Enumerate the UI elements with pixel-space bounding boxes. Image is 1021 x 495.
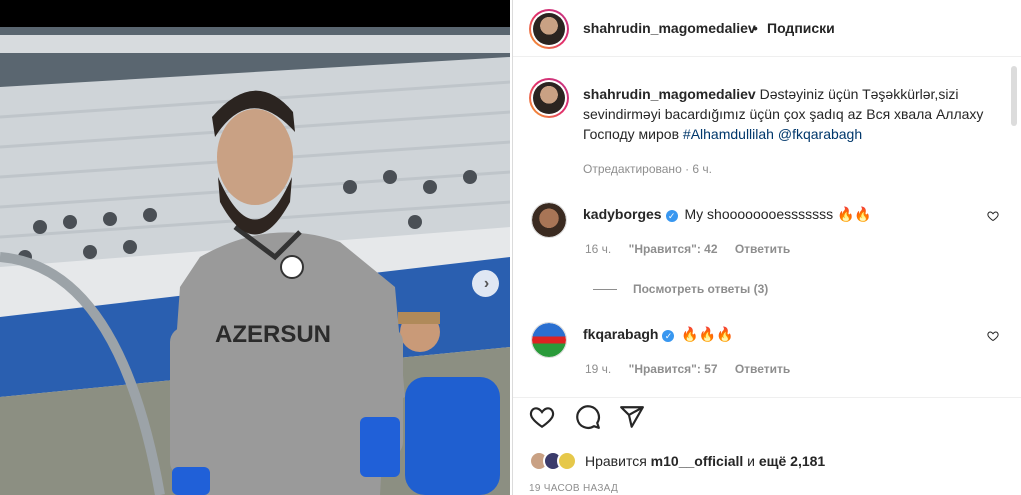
heart-icon[interactable] xyxy=(529,404,555,430)
liker-avatar xyxy=(557,451,577,471)
comment-text: My shoooooooesssssss 🔥🔥 xyxy=(684,206,872,222)
header-separator: • xyxy=(753,20,758,36)
comment-meta: 16 ч. "Нравится": 42 Ответить xyxy=(585,242,790,256)
action-bar xyxy=(513,397,1021,437)
caption-edited-meta: Отредактировано · 6 ч. xyxy=(583,162,712,176)
comment-likes[interactable]: "Нравится": 42 xyxy=(629,242,718,256)
comment-avatar[interactable] xyxy=(531,322,567,358)
replies-divider xyxy=(593,288,617,290)
reply-button[interactable]: Ответить xyxy=(735,242,790,256)
comment-icon[interactable] xyxy=(575,404,601,430)
caption: shahrudin_magomedaliev Dəstəyiniz üçün T… xyxy=(583,84,993,144)
verified-badge-icon: ✓ xyxy=(665,210,678,222)
likes-conjunction: и xyxy=(747,453,755,469)
next-image-button[interactable]: › xyxy=(472,270,499,297)
comment-username[interactable]: kadyborges xyxy=(583,206,662,222)
verified-badge-icon: ✓ xyxy=(662,330,675,342)
comment-like-heart-icon[interactable] xyxy=(987,210,999,222)
post-side-panel: shahrudin_magomedaliev • Подписки shahru… xyxy=(512,0,1021,495)
reply-button[interactable]: Ответить xyxy=(735,362,790,376)
author-username[interactable]: shahrudin_magomedaliev xyxy=(583,20,756,36)
caption-mention[interactable]: @fkqarabagh xyxy=(778,126,862,142)
post-header: shahrudin_magomedaliev • Подписки xyxy=(513,0,1021,57)
comment-body: kadyborges ✓ My shoooooooesssssss 🔥🔥 xyxy=(583,206,872,223)
comment-time[interactable]: 16 ч. xyxy=(585,242,611,256)
comment-username[interactable]: fkqarabagh xyxy=(583,326,658,342)
svg-text:AZERSUN: AZERSUN xyxy=(215,321,331,348)
post-timestamp[interactable]: 19 ЧАСОВ НАЗАД xyxy=(529,483,618,494)
scrollbar-thumb[interactable] xyxy=(1011,66,1017,126)
likes-prefix: Нравится xyxy=(585,453,647,469)
comment-likes[interactable]: "Нравится": 57 xyxy=(629,362,718,376)
caption-hashtag[interactable]: #Alhamdullilah xyxy=(683,126,774,142)
goalkeeper-photo: AZERSUN xyxy=(0,27,510,495)
paper-plane-icon[interactable] xyxy=(619,404,645,430)
likes-summary[interactable]: Нравится m10__officiall и ещё 2,181 xyxy=(529,450,825,472)
comment-avatar[interactable] xyxy=(531,202,567,238)
likes-count[interactable]: ещё 2,181 xyxy=(759,453,825,469)
caption-username[interactable]: shahrudin_magomedaliev xyxy=(583,86,756,102)
likes-text: Нравится m10__officiall и ещё 2,181 xyxy=(585,453,825,469)
comment-text: 🔥🔥🔥 xyxy=(681,326,734,342)
comment-like-heart-icon[interactable] xyxy=(987,330,999,342)
comment-time[interactable]: 19 ч. xyxy=(585,362,611,376)
view-replies-button[interactable]: Посмотреть ответы (3) xyxy=(593,282,768,296)
author-avatar[interactable] xyxy=(529,9,569,49)
liker-username[interactable]: m10__officiall xyxy=(651,453,744,469)
comment-meta: 19 ч. "Нравится": 57 Ответить xyxy=(585,362,790,376)
view-replies-label: Посмотреть ответы (3) xyxy=(633,282,769,296)
comment-body: fkqarabagh ✓ 🔥🔥🔥 xyxy=(583,326,734,343)
chevron-right-icon: › xyxy=(483,274,490,292)
post-image[interactable]: AZERSUN › xyxy=(0,0,510,495)
following-button[interactable]: Подписки xyxy=(767,20,835,36)
image-top-bar xyxy=(0,0,510,27)
caption-avatar[interactable] xyxy=(529,78,569,118)
